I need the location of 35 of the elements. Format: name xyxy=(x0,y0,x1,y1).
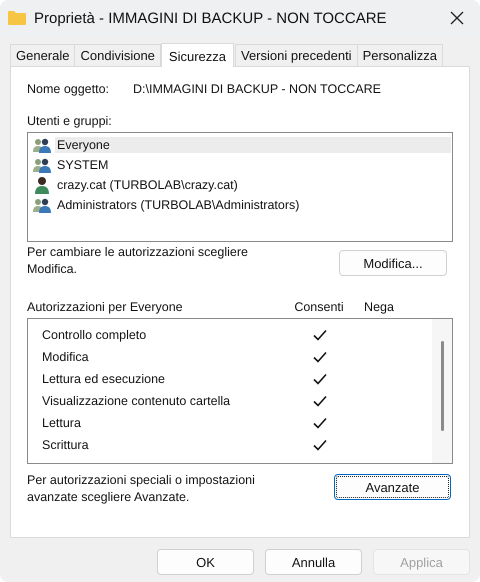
dialog-button[interactable]: Annulla xyxy=(265,549,362,575)
scrollbar[interactable] xyxy=(432,319,452,463)
permission-name: Controllo completo xyxy=(42,328,148,342)
window-title: Proprietà - IMMAGINI DI BACKUP - NON TOCCARE xyxy=(34,10,388,26)
tab[interactable]: Sicurezza xyxy=(160,43,234,67)
user-group-icon xyxy=(33,197,51,213)
user-item[interactable]: Administrators (TURBOLAB\Administrators) xyxy=(55,197,451,213)
column-header: Consenti xyxy=(293,300,345,314)
close-icon xyxy=(450,11,464,25)
hint-text: Per cambiare le autorizzazioni scegliere Modifica. xyxy=(27,244,249,278)
user-item[interactable]: SYSTEM xyxy=(55,157,451,173)
object-path: D:\IMMAGINI DI BACKUP - NON TOCCARE xyxy=(133,82,381,96)
tab[interactable]: Versioni precedenti xyxy=(235,44,358,66)
user-group-icon xyxy=(33,137,51,153)
dialog-button[interactable]: OK xyxy=(157,549,254,575)
section-label: Utenti e gruppi: xyxy=(27,114,113,128)
permission-name: Lettura ed esecuzione xyxy=(42,372,166,386)
user-group-icon xyxy=(33,157,51,173)
user-item[interactable]: Everyone xyxy=(55,137,451,153)
tab[interactable]: Personalizza xyxy=(356,44,444,66)
permission-name: Visualizzazione contenuto cartella xyxy=(42,394,232,408)
advanced-button[interactable]: Avanzate xyxy=(334,474,451,500)
field-label: Nome oggetto: xyxy=(27,82,110,96)
column-header: Nega xyxy=(363,300,395,314)
tab[interactable]: Condivisione xyxy=(74,44,161,66)
permission-name: Modifica xyxy=(42,350,90,364)
permission-name: Lettura xyxy=(42,416,82,430)
tab[interactable]: Generale xyxy=(10,44,76,66)
folder-icon xyxy=(8,11,26,25)
hint-text: Per autorizzazioni speciali o impostazioni avanzate scegliere Avanzate. xyxy=(27,472,256,506)
edit-button[interactable]: Modifica... xyxy=(339,250,447,276)
user-icon xyxy=(33,176,51,194)
section-label: Autorizzazioni per Everyone xyxy=(27,300,184,314)
permission-name: Scrittura xyxy=(42,438,90,452)
user-item[interactable]: crazy.cat (TURBOLAB\crazy.cat) xyxy=(55,177,451,193)
